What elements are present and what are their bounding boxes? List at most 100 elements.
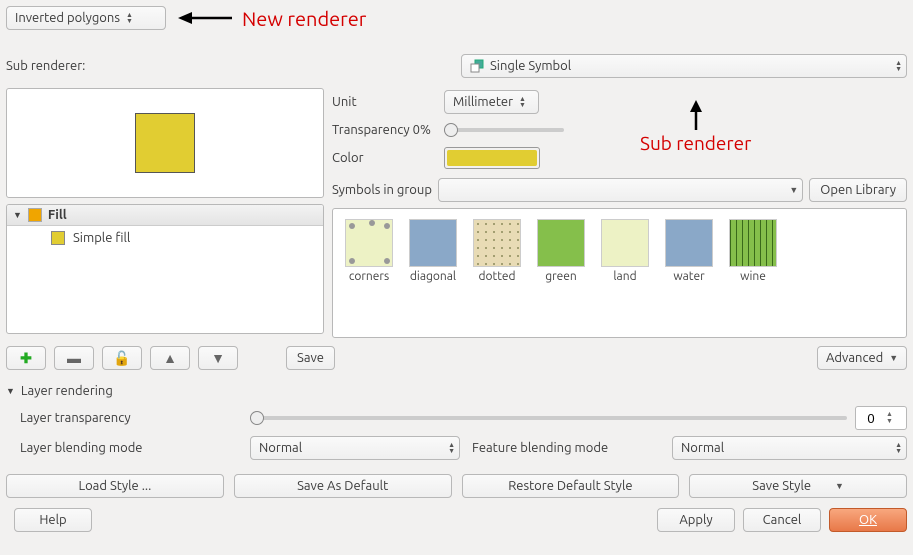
load-style-label: Load Style ... bbox=[78, 479, 151, 493]
apply-button[interactable]: Apply bbox=[657, 508, 735, 532]
new-renderer-annotation: New renderer bbox=[242, 7, 366, 30]
transparency-slider[interactable] bbox=[444, 128, 564, 132]
symbol-item-diagonal[interactable]: diagonal bbox=[407, 219, 459, 283]
layer-rendering-toggle[interactable]: ▼ Layer rendering bbox=[6, 384, 907, 398]
symbol-label: diagonal bbox=[407, 270, 459, 283]
chevron-down-icon: ▼ bbox=[889, 353, 898, 363]
triangle-down-icon: ▼ bbox=[211, 350, 225, 366]
chevron-updown-icon: ▲▼ bbox=[126, 12, 133, 24]
symbol-tile bbox=[665, 219, 713, 267]
save-default-button[interactable]: Save As Default bbox=[234, 474, 452, 498]
feature-blend-value: Normal bbox=[681, 441, 724, 455]
minus-icon: ▬ bbox=[67, 350, 81, 366]
spinner-icon: ▲▼ bbox=[886, 411, 895, 425]
arrow-left-icon bbox=[178, 9, 232, 27]
transparency-label: Transparency 0% bbox=[332, 123, 444, 137]
layer-transparency-value[interactable] bbox=[856, 411, 886, 426]
add-layer-button[interactable]: ✚ bbox=[6, 346, 46, 370]
color-label: Color bbox=[332, 151, 444, 165]
save-default-label: Save As Default bbox=[297, 479, 388, 493]
symbol-item-green[interactable]: green bbox=[535, 219, 587, 283]
layer-blend-value: Normal bbox=[259, 441, 302, 455]
symbol-item-water[interactable]: water bbox=[663, 219, 715, 283]
apply-label: Apply bbox=[679, 513, 712, 527]
help-label: Help bbox=[39, 513, 66, 527]
layer-transparency-slider[interactable] bbox=[250, 416, 847, 420]
feature-blend-combo[interactable]: Normal ▲▼ bbox=[672, 436, 907, 460]
fill-swatch-icon bbox=[28, 208, 42, 222]
move-down-button[interactable]: ▼ bbox=[198, 346, 238, 370]
preview-swatch bbox=[135, 113, 195, 173]
chevron-updown-icon: ▲▼ bbox=[895, 442, 902, 454]
subrenderer-value: Single Symbol bbox=[490, 59, 571, 73]
triangle-down-icon: ▼ bbox=[13, 210, 22, 220]
unit-combo[interactable]: Millimeter ▲▼ bbox=[444, 90, 539, 114]
symbol-tile bbox=[345, 219, 393, 267]
save-label: Save bbox=[297, 351, 324, 365]
advanced-combo[interactable]: Advanced ▼ bbox=[817, 346, 907, 370]
symbol-label: water bbox=[663, 270, 715, 283]
triangle-down-icon: ▼ bbox=[6, 386, 15, 396]
symbol-tile bbox=[601, 219, 649, 267]
subrenderer-annotation-block: Sub renderer bbox=[640, 100, 751, 154]
plus-icon: ✚ bbox=[20, 350, 32, 367]
tree-row-simple-fill[interactable]: Simple fill bbox=[7, 226, 323, 245]
chevron-updown-icon: ▲▼ bbox=[519, 96, 526, 108]
renderer-combo[interactable]: Inverted polygons ▲▼ bbox=[6, 6, 166, 30]
save-style-label: Save Style bbox=[752, 479, 811, 493]
symbol-item-wine[interactable]: wine bbox=[727, 219, 779, 283]
symbol-item-land[interactable]: land bbox=[599, 219, 651, 283]
symbol-library-list[interactable]: corners diagonal dotted green land water… bbox=[332, 208, 907, 338]
cancel-label: Cancel bbox=[763, 513, 802, 527]
symbols-group-label: Symbols in group bbox=[332, 183, 432, 197]
help-button[interactable]: Help bbox=[14, 508, 92, 532]
unit-label: Unit bbox=[332, 95, 444, 109]
symbol-tile bbox=[473, 219, 521, 267]
symbols-group-combo[interactable]: ▼ bbox=[438, 178, 803, 202]
arrow-up-icon bbox=[687, 100, 705, 130]
remove-layer-button[interactable]: ▬ bbox=[54, 346, 94, 370]
symbol-label: green bbox=[535, 270, 587, 283]
lock-layer-button[interactable]: 🔓 bbox=[102, 346, 142, 370]
symbol-layer-tree[interactable]: ▼ Fill Simple fill bbox=[6, 204, 324, 334]
simple-fill-label: Simple fill bbox=[73, 231, 130, 245]
unit-value: Millimeter bbox=[453, 95, 513, 109]
symbol-tile bbox=[409, 219, 457, 267]
tree-row-fill[interactable]: ▼ Fill bbox=[7, 205, 323, 226]
layer-transparency-spinbox[interactable]: ▲▼ bbox=[855, 406, 907, 430]
symbol-preview bbox=[6, 88, 324, 198]
ok-button[interactable]: OK bbox=[829, 508, 907, 532]
chevron-updown-icon: ▲▼ bbox=[895, 60, 902, 72]
open-library-button[interactable]: Open Library bbox=[809, 178, 907, 202]
symbol-label: land bbox=[599, 270, 651, 283]
symbol-label: dotted bbox=[471, 270, 523, 283]
cancel-button[interactable]: Cancel bbox=[743, 508, 821, 532]
advanced-label: Advanced bbox=[826, 351, 883, 365]
fill-label: Fill bbox=[48, 208, 67, 222]
symbol-label: corners bbox=[343, 270, 395, 283]
renderer-value: Inverted polygons bbox=[15, 11, 120, 25]
triangle-up-icon: ▲ bbox=[163, 350, 177, 366]
simple-fill-swatch-icon bbox=[51, 231, 65, 245]
chevron-down-icon: ▼ bbox=[789, 185, 798, 195]
layer-transparency-label: Layer transparency bbox=[20, 411, 250, 425]
subrenderer-label: Sub renderer: bbox=[6, 59, 461, 73]
symbol-item-dotted[interactable]: dotted bbox=[471, 219, 523, 283]
layer-blend-label: Layer blending mode bbox=[20, 441, 250, 455]
color-button[interactable] bbox=[444, 147, 540, 169]
subrenderer-combo[interactable]: Single Symbol ▲▼ bbox=[461, 54, 907, 78]
layer-rendering-label: Layer rendering bbox=[21, 384, 113, 398]
save-style-button[interactable]: Save Style ▼ bbox=[689, 474, 907, 498]
symbol-tile bbox=[537, 219, 585, 267]
single-symbol-icon bbox=[470, 59, 484, 73]
color-swatch bbox=[447, 150, 537, 166]
move-up-button[interactable]: ▲ bbox=[150, 346, 190, 370]
chevron-down-icon: ▼ bbox=[835, 481, 844, 491]
subrenderer-annotation: Sub renderer bbox=[640, 132, 751, 154]
save-symbol-button[interactable]: Save bbox=[286, 346, 335, 370]
restore-default-button[interactable]: Restore Default Style bbox=[462, 474, 680, 498]
layer-blend-combo[interactable]: Normal ▲▼ bbox=[250, 436, 460, 460]
symbol-item-corners[interactable]: corners bbox=[343, 219, 395, 283]
lock-icon: 🔓 bbox=[113, 350, 130, 367]
load-style-button[interactable]: Load Style ... bbox=[6, 474, 224, 498]
